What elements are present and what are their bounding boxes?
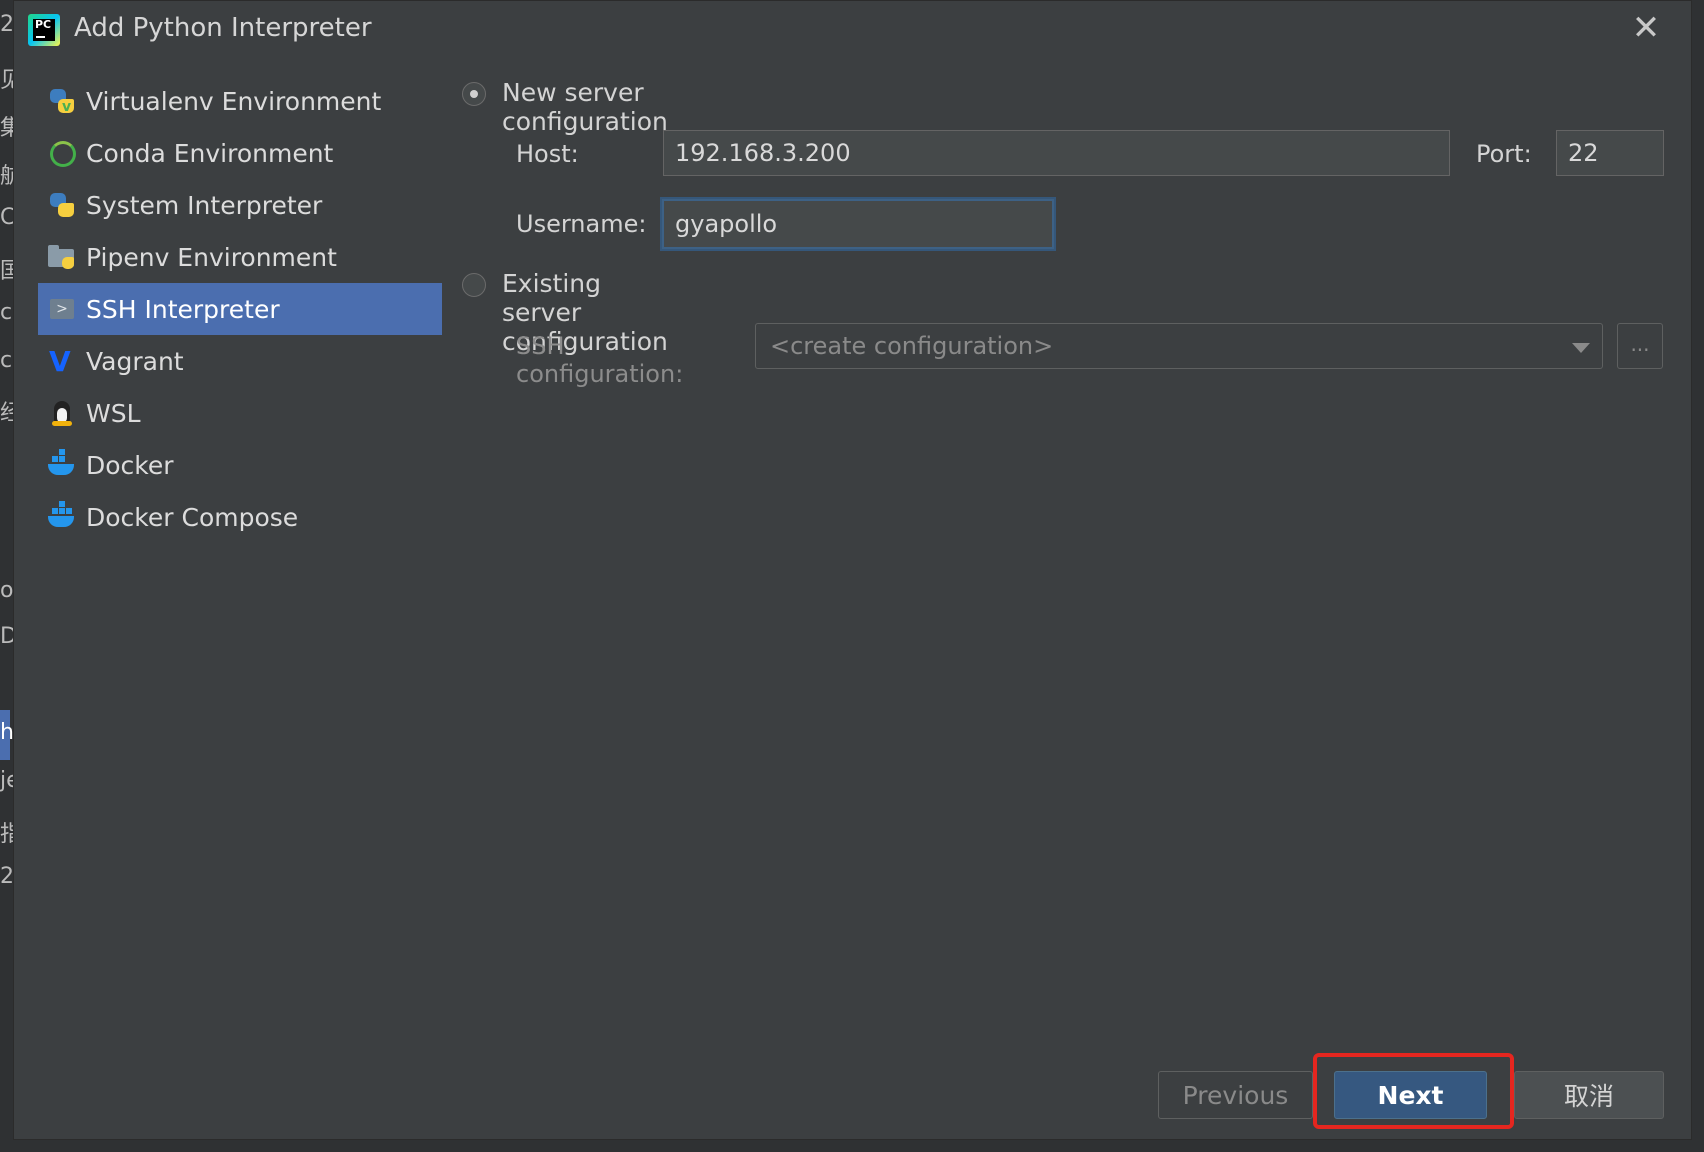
background-glyph: 国 [0, 259, 13, 284]
browse-ssh-config-button[interactable]: ... [1617, 323, 1663, 369]
sidebar-item-label: Vagrant [86, 346, 184, 376]
sidebar-item-label: Pipenv Environment [86, 242, 337, 272]
background-glyph: c [0, 348, 13, 373]
app-icon-text: PC [33, 19, 55, 41]
sidebar-item-docker-compose[interactable]: Docker Compose [38, 491, 442, 543]
background-ide-left-strip: 2 见 集 航 C 国 ci c 经 or Do h je 指 2 [0, 0, 13, 1152]
ssh-configuration-dropdown[interactable]: <create configuration> [755, 323, 1603, 369]
previous-button[interactable]: Previous [1158, 1071, 1313, 1119]
linux-penguin-icon [48, 399, 76, 427]
sidebar-item-label: WSL [86, 398, 141, 428]
port-label: Port: [1476, 140, 1532, 168]
next-button[interactable]: Next [1334, 1071, 1487, 1119]
background-glyph: h [0, 720, 13, 745]
sidebar-item-system-interpreter[interactable]: System Interpreter [38, 179, 442, 231]
background-glyph: 2 [0, 12, 13, 37]
sidebar-item-label: Docker Compose [86, 502, 299, 532]
sidebar-item-label: Conda Environment [86, 138, 334, 168]
background-glyph: or [0, 578, 13, 603]
port-input[interactable] [1556, 130, 1664, 176]
background-ide-bottom-strip [0, 1140, 1704, 1152]
username-input[interactable] [662, 199, 1054, 249]
username-label: Username: [516, 210, 647, 238]
sidebar-item-virtualenv[interactable]: v Virtualenv Environment [38, 75, 442, 127]
pipenv-folder-icon [48, 243, 76, 271]
background-glyph: C [0, 205, 13, 230]
background-glyph: Do [0, 624, 13, 649]
new-server-label[interactable]: New server configuration [502, 78, 668, 136]
ssh-configuration-value: <create configuration> [770, 332, 1054, 360]
vagrant-icon: V [49, 345, 71, 378]
close-icon[interactable]: ✕ [1629, 11, 1663, 47]
sidebar-item-pipenv[interactable]: Pipenv Environment [38, 231, 442, 283]
background-glyph: 2 [0, 864, 13, 889]
background-glyph: ci [0, 300, 13, 325]
background-glyph: 集 [0, 116, 13, 141]
background-glyph: 指 [0, 822, 13, 847]
sidebar-item-wsl[interactable]: WSL [38, 387, 442, 439]
dialog-title: Add Python Interpreter [74, 13, 372, 43]
sidebar-item-label: Virtualenv Environment [86, 86, 382, 116]
pycharm-app-icon: PC [28, 14, 60, 46]
interpreter-type-list: v Virtualenv Environment Conda Environme… [38, 75, 442, 543]
sidebar-item-label: System Interpreter [86, 190, 323, 220]
sidebar-item-docker[interactable]: Docker [38, 439, 442, 491]
background-glyph: 见 [0, 68, 13, 93]
python-virtualenv-icon: v [48, 87, 76, 115]
cancel-button[interactable]: 取消 [1514, 1071, 1664, 1119]
docker-icon [48, 449, 76, 479]
python-icon [48, 191, 76, 219]
host-input[interactable] [663, 130, 1450, 176]
ssh-terminal-icon: > [48, 295, 76, 323]
background-ide-right-strip [1692, 0, 1704, 1152]
sidebar-item-label: SSH Interpreter [86, 294, 280, 324]
host-label: Host: [516, 140, 579, 168]
background-glyph: 航 [0, 164, 13, 189]
existing-server-radio[interactable] [462, 273, 486, 297]
sidebar-item-label: Docker [86, 450, 174, 480]
radio-selected-dot [470, 90, 478, 98]
sidebar-item-ssh-interpreter[interactable]: > SSH Interpreter [38, 283, 442, 335]
ssh-configuration-label: SSH configuration: [516, 332, 684, 388]
title-bar: PC Add Python Interpreter ✕ [14, 1, 1691, 59]
add-python-interpreter-dialog: PC Add Python Interpreter ✕ v Virtualenv… [13, 0, 1692, 1140]
sidebar-item-vagrant[interactable]: V Vagrant [38, 335, 442, 387]
dropdown-arrow-icon [1572, 343, 1590, 353]
conda-icon [48, 139, 76, 167]
sidebar-item-conda[interactable]: Conda Environment [38, 127, 442, 179]
background-glyph: je [0, 768, 13, 793]
docker-compose-icon [48, 501, 76, 531]
background-glyph: 经 [0, 401, 13, 426]
new-server-radio[interactable] [462, 82, 486, 106]
